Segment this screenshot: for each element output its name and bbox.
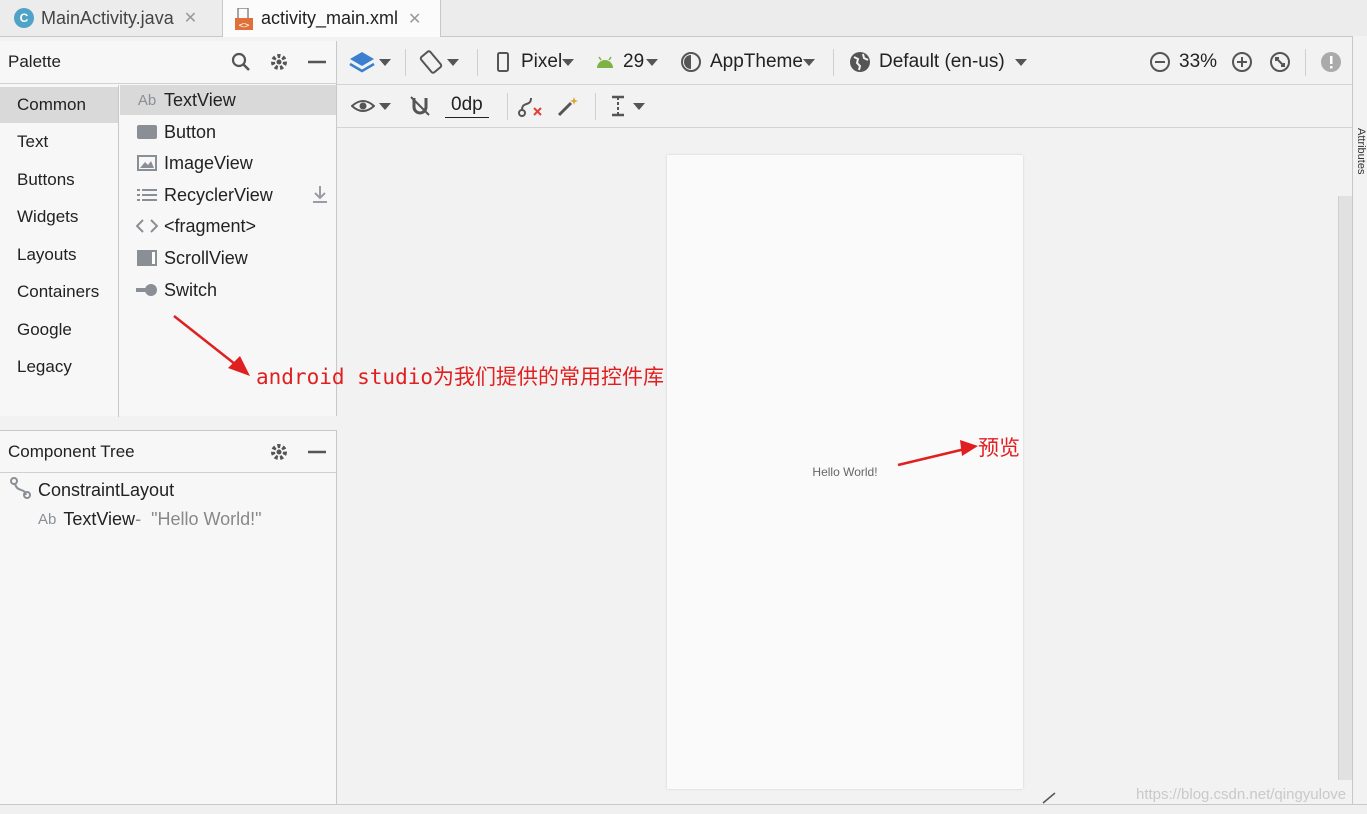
- preview-annotation: 预览: [978, 436, 1020, 460]
- watermark: https://blog.csdn.net/qingyulove: [1136, 786, 1347, 803]
- annotation-arrows: [173, 315, 978, 467]
- palette-annotation: android studio为我们提供的常用控件库: [256, 365, 665, 389]
